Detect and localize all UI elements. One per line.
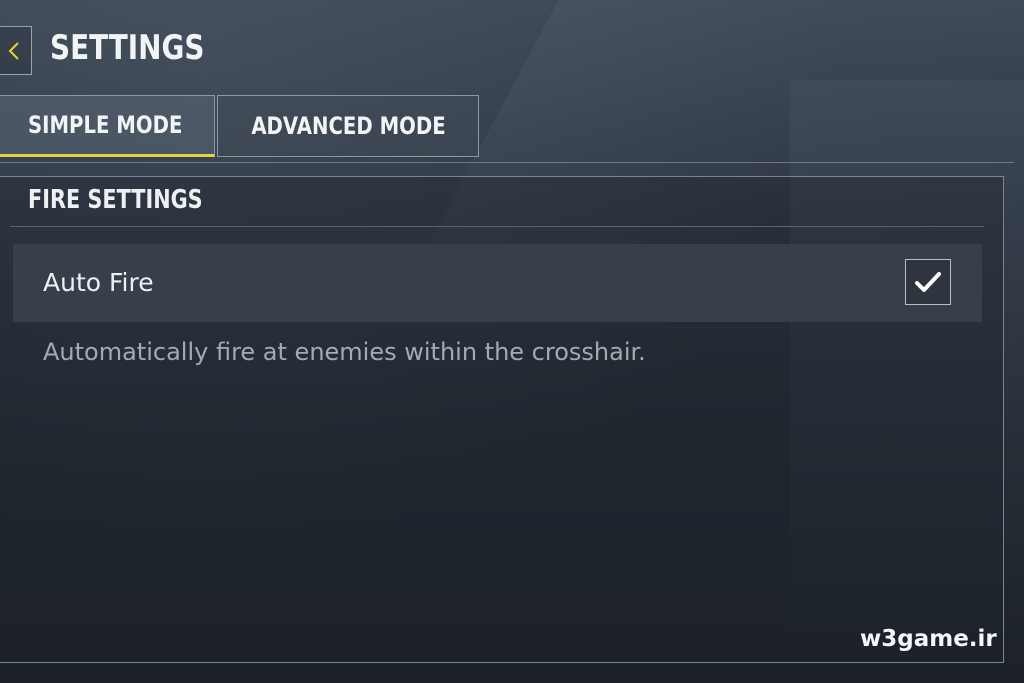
auto-fire-checkbox[interactable] xyxy=(905,259,951,305)
tab-advanced-mode-label: ADVANCED MODE xyxy=(250,112,446,140)
setting-description: Automatically fire at enemies within the… xyxy=(43,338,646,366)
page-title: SETTINGS xyxy=(50,28,205,68)
chevron-left-icon xyxy=(8,41,19,60)
section-divider xyxy=(10,226,984,227)
setting-row-auto-fire[interactable]: Auto Fire xyxy=(13,244,982,322)
tab-divider xyxy=(0,162,1014,163)
section-title: FIRE SETTINGS xyxy=(28,185,203,215)
tab-simple-mode-label: SIMPLE MODE xyxy=(28,111,183,139)
tab-simple-mode[interactable]: SIMPLE MODE xyxy=(0,95,215,157)
checkmark-icon xyxy=(915,272,941,292)
tab-advanced-mode[interactable]: ADVANCED MODE xyxy=(217,95,479,157)
watermark: w3game.ir xyxy=(860,626,997,652)
back-button[interactable] xyxy=(0,26,32,75)
setting-label: Auto Fire xyxy=(43,268,154,297)
